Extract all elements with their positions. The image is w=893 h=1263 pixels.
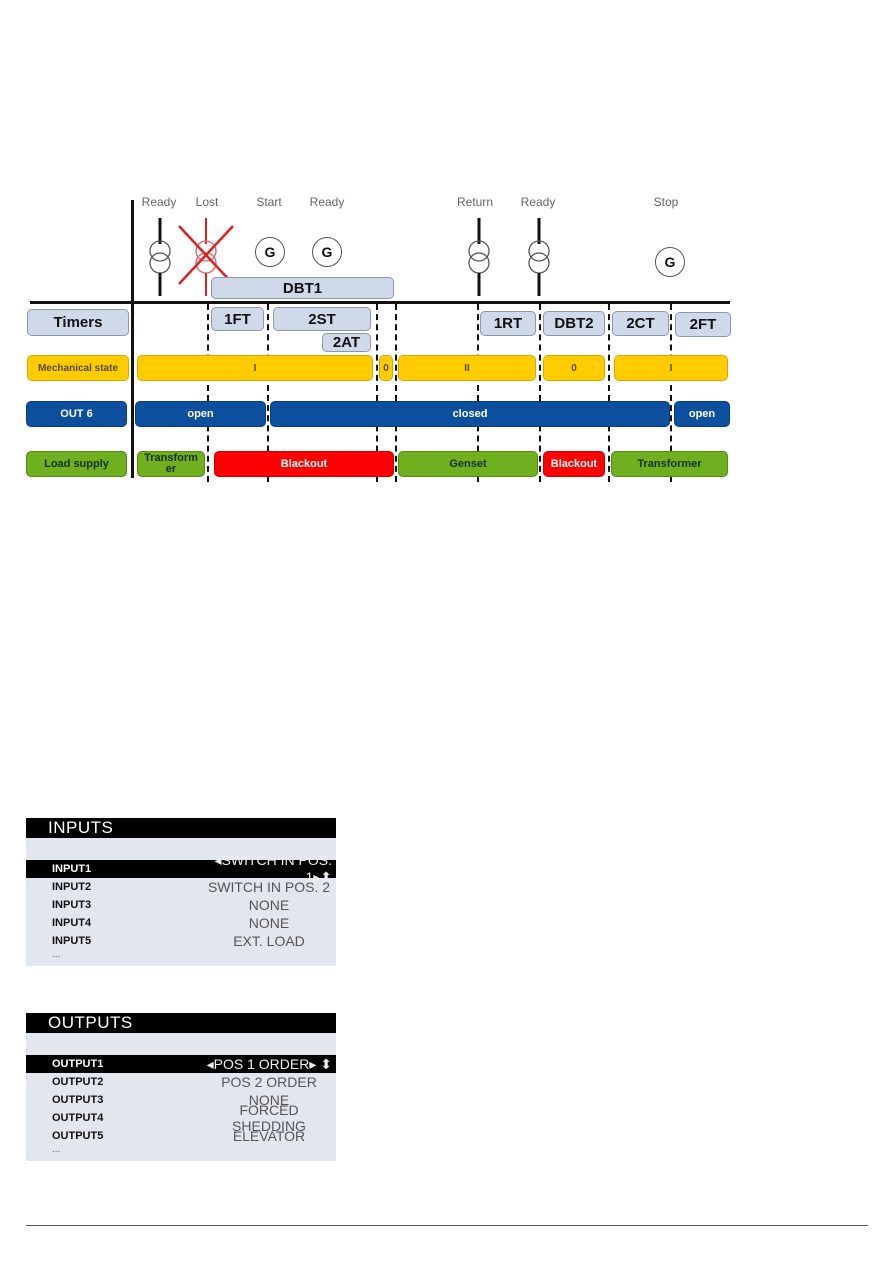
timer-dbt1: DBT1 — [211, 277, 394, 299]
timer-1rt: 1RT — [480, 311, 536, 336]
outputs-title: OUTPUTS — [26, 1013, 336, 1033]
output-row-selected[interactable]: OUTPUT1 ◂POS 1 ORDER▸ ⬍ — [26, 1055, 336, 1073]
transformer-icon — [149, 218, 171, 296]
output-name: OUTPUT4 — [52, 1112, 104, 1124]
mechanical-state-segment: II — [398, 355, 536, 381]
event-line — [207, 304, 209, 482]
input-row[interactable]: INPUT2 SWITCH IN POS. 2 — [26, 878, 336, 896]
output-value: POS 2 ORDER — [221, 1074, 317, 1090]
output-row[interactable]: OUTPUT2 POS 2 ORDER — [26, 1073, 336, 1091]
mechanical-state-segment: 0 — [543, 355, 605, 381]
inputs-title: INPUTS — [26, 818, 336, 838]
output-value[interactable]: ◂POS 1 ORDER▸ ⬍ — [202, 1056, 336, 1073]
transformer-icon — [528, 218, 550, 296]
status-stop: Stop — [653, 195, 679, 209]
timer-2at: 2AT — [322, 333, 371, 352]
mechanical-state-segment: 0 — [379, 355, 393, 381]
output-row[interactable]: OUTPUT4 FORCED SHEDDING — [26, 1102, 336, 1134]
load-supply-segment: Transform er — [137, 451, 205, 477]
input-name: INPUT1 — [52, 863, 92, 875]
mechanical-state-segment: I — [137, 355, 373, 381]
input-value: NONE — [248, 897, 290, 913]
more-indicator: ... — [52, 949, 61, 960]
output-name: OUTPUT5 — [52, 1130, 104, 1142]
timer-dbt2: DBT2 — [543, 311, 605, 336]
out6-segment: open — [674, 401, 730, 427]
footer-divider — [26, 1225, 868, 1226]
status-ready-2: Ready — [309, 195, 345, 209]
mechanical-state-segment: I — [614, 355, 728, 381]
output-name: OUTPUT3 — [52, 1094, 104, 1106]
load-supply-segment: Blackout — [543, 451, 605, 477]
horizontal-divider — [30, 301, 730, 304]
generator-icon: G — [312, 237, 342, 267]
output-value-text: POS 1 ORDER — [213, 1055, 310, 1072]
output-name: OUTPUT2 — [52, 1076, 104, 1088]
input-name: INPUT4 — [52, 917, 92, 929]
row-label-timers: Timers — [27, 309, 129, 336]
out6-segment: open — [135, 401, 266, 427]
timer-2ft: 2FT — [675, 312, 731, 337]
output-row[interactable]: OUTPUT5 ELEVATOR — [26, 1127, 336, 1145]
input-row[interactable]: INPUT4 NONE — [26, 914, 336, 932]
generator-icon: G — [255, 237, 285, 267]
load-supply-segment: Genset — [398, 451, 538, 477]
status-start: Start — [256, 195, 282, 209]
input-value: SWITCH IN POS. 2 — [207, 879, 331, 895]
timer-1ft: 1FT — [211, 307, 264, 331]
input-name: INPUT5 — [52, 935, 92, 947]
event-line — [539, 304, 541, 482]
out6-segment: closed — [270, 401, 670, 427]
row-label-mechanical-state: Mechanical state — [27, 355, 129, 381]
time-axis-start — [131, 200, 134, 478]
event-line — [395, 304, 397, 482]
generator-icon: G — [655, 247, 685, 277]
load-supply-segment: Transformer — [611, 451, 728, 477]
status-return: Return — [456, 195, 494, 209]
input-name: INPUT2 — [52, 881, 92, 893]
input-value: NONE — [248, 915, 290, 931]
status-ready-3: Ready — [520, 195, 556, 209]
output-name: OUTPUT1 — [52, 1058, 104, 1070]
timer-2st: 2ST — [273, 307, 371, 331]
row-label-out6: OUT 6 — [26, 401, 127, 427]
more-indicator: ... — [52, 1144, 61, 1155]
outputs-panel: OUTPUTS OUTPUT1 ◂POS 1 ORDER▸ ⬍ OUTPUT2 P… — [26, 1013, 336, 1161]
input-row[interactable]: INPUT5 EXT. LOAD — [26, 932, 336, 950]
input-name: INPUT3 — [52, 899, 92, 911]
up-down-arrows-icon[interactable]: ⬍ — [320, 1056, 332, 1072]
input-value: EXT. LOAD — [233, 933, 305, 949]
load-supply-segment: Blackout — [214, 451, 394, 477]
status-lost: Lost — [195, 195, 219, 209]
timer-2ct: 2CT — [612, 311, 669, 336]
transformer-icon — [468, 218, 490, 296]
row-label-load-supply: Load supply — [26, 451, 127, 477]
event-line — [608, 304, 610, 482]
inputs-panel: INPUTS INPUT1 ◂SWITCH IN POS. 1▸⬍ INPUT2… — [26, 818, 336, 966]
output-value: ELEVATOR — [232, 1128, 306, 1144]
input-row-selected[interactable]: INPUT1 ◂SWITCH IN POS. 1▸⬍ — [26, 852, 336, 885]
input-row[interactable]: INPUT3 NONE — [26, 896, 336, 914]
